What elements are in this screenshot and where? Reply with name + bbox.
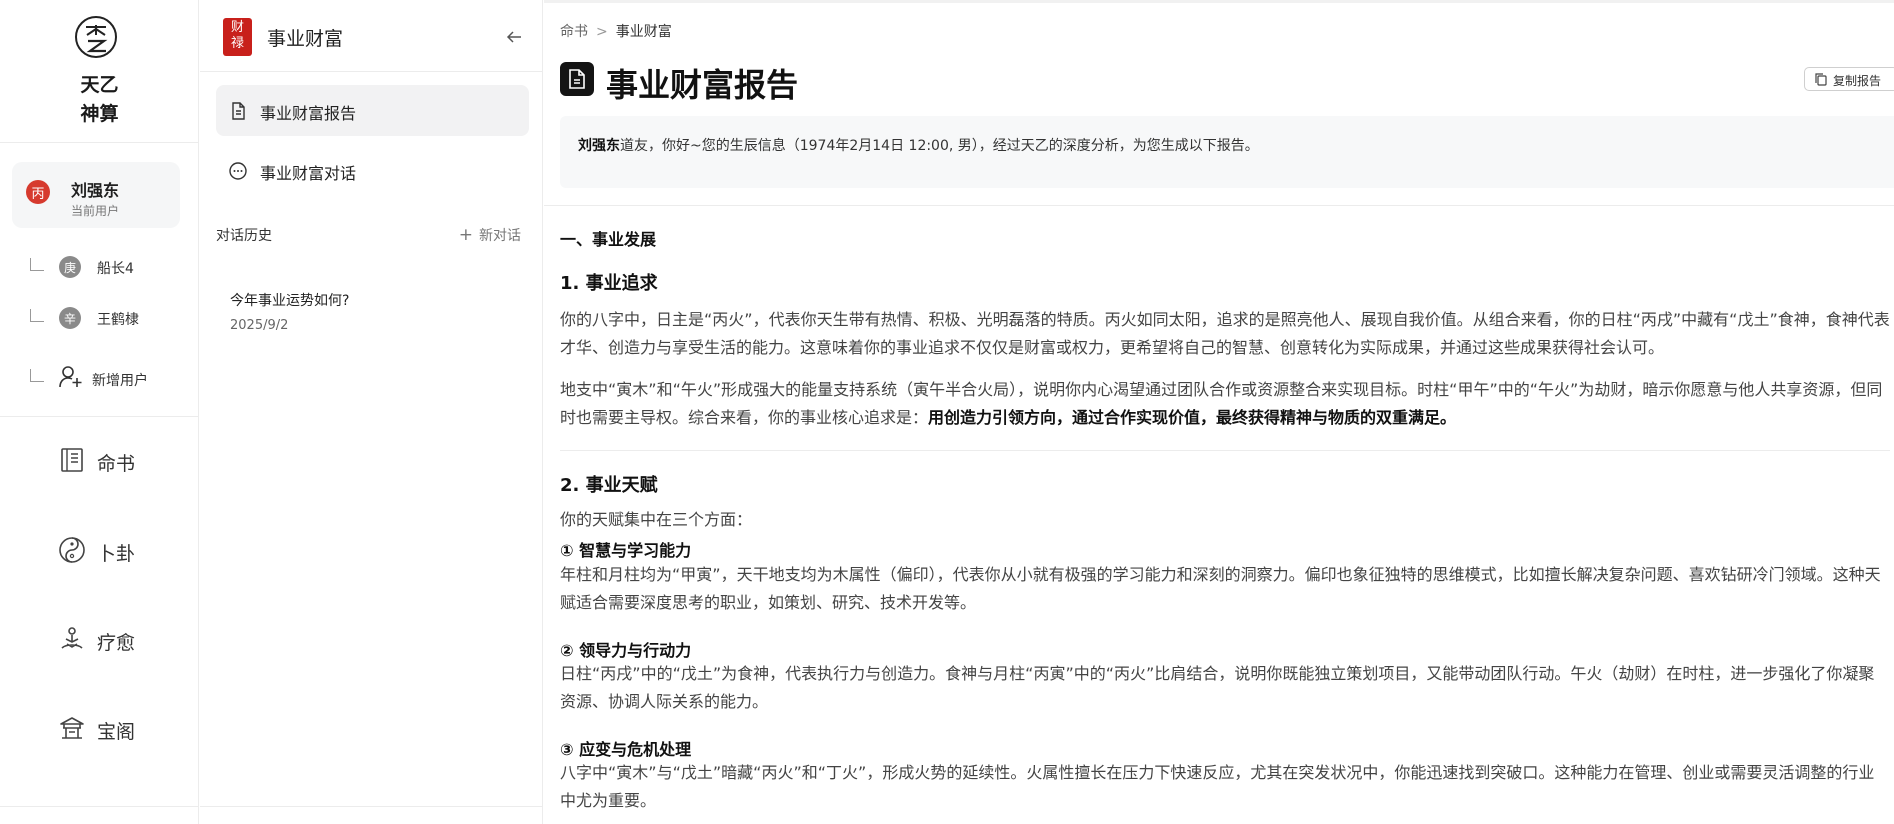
tree-connector <box>30 369 44 382</box>
nav-label: 宝阁 <box>97 721 136 743</box>
breadcrumb-current: 事业财富 <box>615 24 672 40</box>
tianyi-logo-icon <box>75 16 117 58</box>
module-seal-icon: 财 禄 <box>223 18 252 56</box>
avatar: 庚 <box>59 256 81 278</box>
plus-icon: + <box>458 225 473 245</box>
history-item-date: 2025/9/2 <box>230 318 289 333</box>
paragraph: 年柱和月柱均为“甲寅”，天干地支均为木属性（偏印），代表你从小就有极强的学习能力… <box>560 565 1881 612</box>
divider <box>560 450 1890 451</box>
breadcrumb-item[interactable]: 命书 <box>560 24 588 40</box>
greeting-text: 刘强东道友，你好~您的生辰信息（1974年2月14日 12:00, 男），经过天… <box>578 135 1259 155</box>
sub-user-item[interactable]: 庚 船长4 <box>30 256 190 284</box>
add-user-icon <box>59 366 82 388</box>
paragraph-emphasis: 用创造力引领方向，通过合作实现价值，最终获得精神与物质的双重满足。 <box>928 408 1457 427</box>
brand-logo[interactable]: 天乙 神算 <box>0 0 199 143</box>
current-user-name: 刘强东 <box>71 181 120 200</box>
brand-line2: 神算 <box>80 103 119 125</box>
document-icon <box>569 69 585 89</box>
nav-label: 命书 <box>97 453 136 475</box>
section-heading: 一、事业发展 <box>560 230 657 249</box>
history-header: 对话历史 + 新对话 <box>216 225 529 245</box>
yinyang-icon <box>59 537 85 563</box>
nav-divider <box>0 416 199 417</box>
copy-report-label: 复制报告 <box>1833 74 1882 88</box>
avatar: 辛 <box>59 307 81 329</box>
book-icon <box>61 448 83 472</box>
sub-user-name: 船长4 <box>97 261 134 277</box>
history-title: 对话历史 <box>216 228 272 244</box>
tree-connector <box>30 309 44 322</box>
paragraph: 你的天赋集中在三个方面： <box>560 510 753 529</box>
history-item[interactable]: 今年事业运势如何? 2025/9/2 <box>230 290 520 333</box>
tree-connector <box>30 258 44 271</box>
seal-char: 财 <box>230 20 244 35</box>
seal-char: 禄 <box>230 36 244 51</box>
panel-bottom-divider <box>200 806 543 807</box>
paragraph: 日柱“丙戌”中的“戊土”为食神，代表执行力与创造力。食神与月柱“丙寅”中的“丙火… <box>560 664 1875 711</box>
meditation-icon <box>61 627 83 649</box>
add-user-button[interactable]: 新增用户 <box>30 366 190 395</box>
paragraph: 地支中“寅木”和“午火”形成强大的能量支持系统（寅午半合火局），说明你内心渴望通… <box>560 376 1890 432</box>
sub-user-item[interactable]: 辛 王鹤棣 <box>30 307 190 335</box>
breadcrumb: 命书 > 事业财富 <box>560 21 672 41</box>
sub-user-name: 王鹤棣 <box>97 312 139 328</box>
new-chat-label: 新对话 <box>479 228 521 244</box>
chat-icon <box>229 162 247 180</box>
new-chat-button[interactable]: + 新对话 <box>459 225 521 245</box>
nav-label: 疗愈 <box>97 632 136 654</box>
arrow-left-icon[interactable] <box>505 28 523 46</box>
nav-item-baoge[interactable]: 宝阁 <box>55 711 175 747</box>
copy-report-button[interactable]: 复制报告 <box>1804 67 1894 91</box>
left-nav: 天乙 神算 丙 刘强东 当前用户 庚 船长4 辛 王鹤棣 新增用户 命书 卜卦 … <box>0 0 199 824</box>
history-item-title: 今年事业运势如何? <box>230 293 350 309</box>
paragraph: 八字中“寅木”与“戊土”暗藏“丙火”和“丁火”，形成火势的延续性。火属性擅长在压… <box>560 763 1875 810</box>
report-title-icon <box>560 62 594 96</box>
point-heading: ③ 应变与危机处理 <box>560 740 692 759</box>
pavilion-icon <box>60 717 84 739</box>
nav-item-bugua[interactable]: 卜卦 <box>55 533 175 569</box>
module-item-report[interactable]: 事业财富报告 <box>216 85 529 136</box>
nav-item-mingshu[interactable]: 命书 <box>55 443 175 479</box>
current-user-card[interactable]: 丙 刘强东 当前用户 <box>12 162 180 228</box>
report-content: 命书 > 事业财富 事业财富报告 复制报告 刘强东道友，你好~您的生辰信息（1974… <box>544 0 1894 824</box>
copy-icon <box>1815 73 1827 86</box>
nav-item-liaoyu[interactable]: 疗愈 <box>55 622 175 658</box>
greeting-name: 刘强东 <box>578 138 620 154</box>
subsection-heading: 1. 事业追求 <box>560 273 658 294</box>
module-panel: 财 禄 事业财富 事业财富报告 事业财富对话 对话历史 + 新对话 今年事业运势如… <box>200 0 543 824</box>
module-item-chat[interactable]: 事业财富对话 <box>216 145 529 196</box>
greeting-box: 刘强东道友，你好~您的生辰信息（1974年2月14日 12:00, 男），经过天… <box>560 116 1894 188</box>
module-header: 财 禄 事业财富 <box>200 0 543 72</box>
point-heading: ② 领导力与行动力 <box>560 641 692 660</box>
chevron-right-icon: > <box>596 24 608 40</box>
nav-bottom-divider <box>0 806 199 807</box>
greeting-rest: 道友，你好~您的生辰信息（1974年2月14日 12:00, 男），经过天乙的深… <box>620 138 1259 154</box>
module-item-label: 事业财富对话 <box>260 164 357 183</box>
document-icon <box>232 102 245 120</box>
brand-line1: 天乙 <box>80 74 119 96</box>
paragraph: 你的八字中，日主是“丙火”，代表你天生带有热情、积极、光明磊落的特质。丙火如同太… <box>560 310 1890 357</box>
point-heading: ① 智慧与学习能力 <box>560 541 692 560</box>
avatar: 丙 <box>26 180 50 204</box>
add-user-label: 新增用户 <box>92 373 148 389</box>
divider <box>544 205 1894 206</box>
current-user-role: 当前用户 <box>71 204 120 218</box>
nav-label: 卜卦 <box>97 543 136 565</box>
page-title: 事业财富报告 <box>606 66 799 104</box>
top-border <box>544 0 1894 3</box>
module-item-label: 事业财富报告 <box>260 104 357 123</box>
module-title: 事业财富 <box>267 28 344 50</box>
subsection-heading: 2. 事业天赋 <box>560 475 658 496</box>
